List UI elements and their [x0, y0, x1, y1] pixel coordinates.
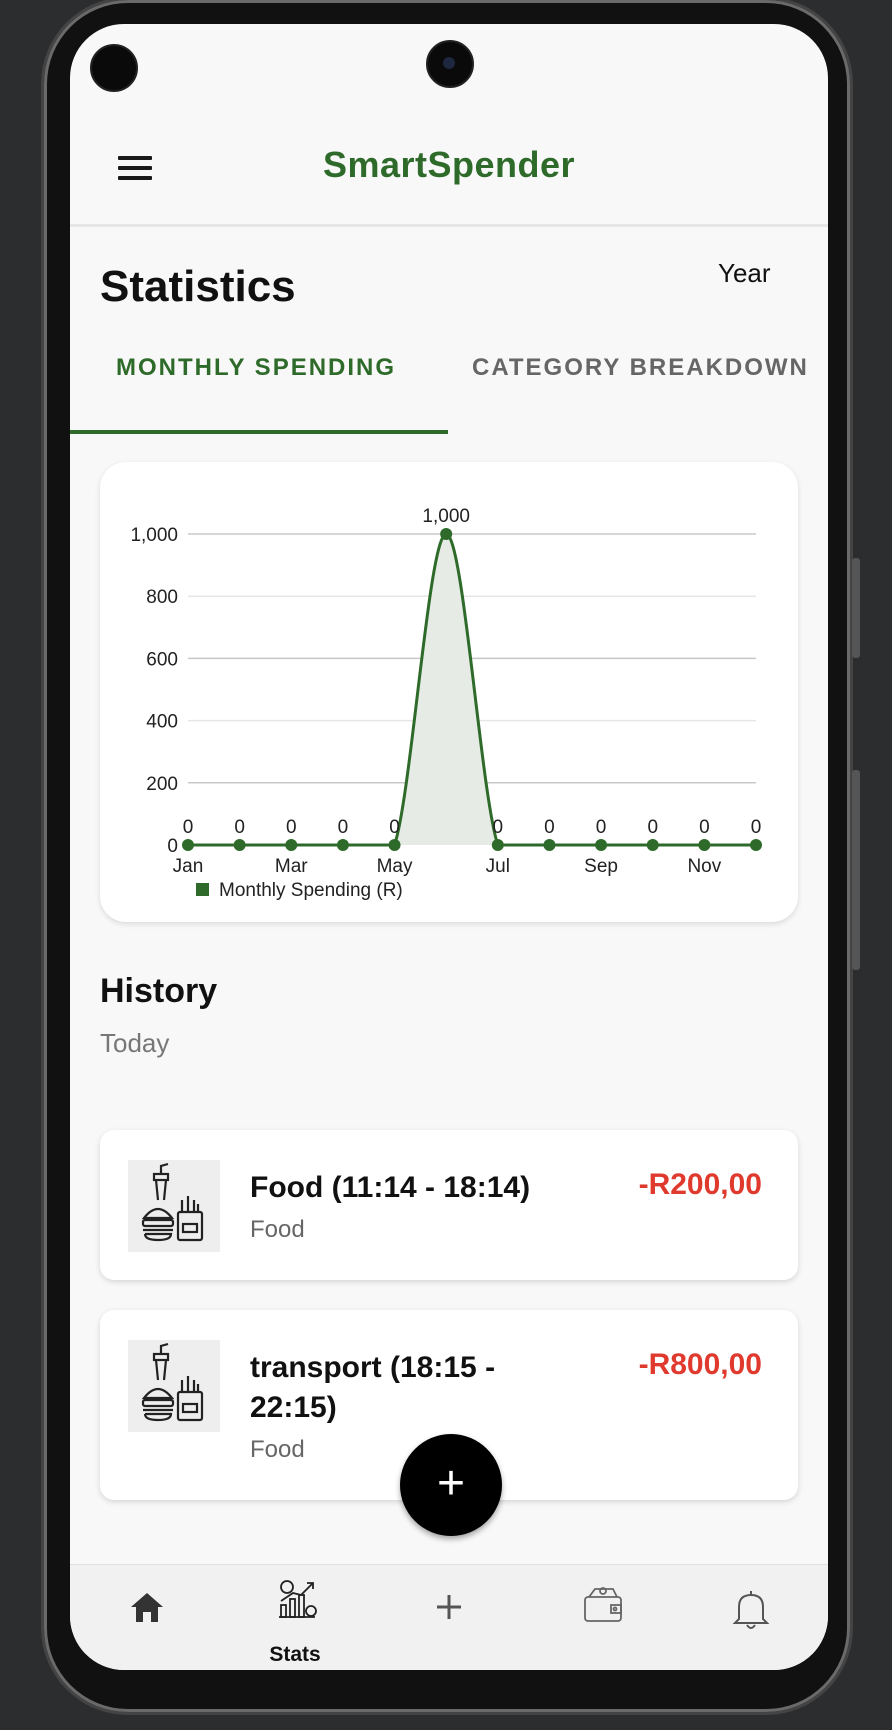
plus-icon — [437, 1595, 461, 1619]
bell-icon — [732, 1591, 770, 1629]
x-tick-label: Jan — [173, 856, 204, 877]
app-bar: SmartSpender — [70, 104, 828, 227]
home-icon — [131, 1593, 163, 1622]
page-title: Statistics — [100, 262, 296, 311]
tab-bar: MONTHLY SPENDING CATEGORY BREAKDOWN — [70, 354, 828, 434]
data-label: 0 — [647, 817, 658, 838]
transaction-name: transport (18:15 - 22:15) — [250, 1348, 495, 1428]
camera-cutout — [90, 44, 138, 92]
active-tab-indicator — [70, 430, 448, 434]
data-label: 0 — [234, 817, 245, 838]
y-tick-label: 600 — [146, 649, 178, 670]
x-tick-label: Sep — [584, 856, 618, 877]
data-label: 0 — [699, 817, 710, 838]
nav-stats[interactable]: Stats — [240, 1565, 350, 1670]
data-label: 0 — [338, 817, 349, 838]
legend-swatch — [196, 883, 209, 896]
legend-label: Monthly Spending (R) — [219, 880, 403, 901]
nav-home[interactable] — [92, 1565, 202, 1670]
y-tick-label: 800 — [146, 587, 178, 608]
data-label: 0 — [493, 817, 504, 838]
transaction-card[interactable]: Food (11:14 - 18:14) Food -R200,00 — [100, 1130, 798, 1280]
data-point — [336, 839, 349, 851]
front-camera — [426, 40, 474, 88]
data-point — [491, 839, 504, 851]
transaction-name-line: 22:15) — [250, 1391, 337, 1424]
bottom-navigation: Stats — [70, 1564, 828, 1670]
x-tick-label: Nov — [687, 856, 721, 877]
transaction-amount: -R800,00 — [638, 1348, 762, 1381]
volume-button — [852, 558, 860, 658]
transaction-name: Food (11:14 - 18:14) — [250, 1171, 531, 1204]
tab-category-breakdown[interactable]: CATEGORY BREAKDOWN — [472, 354, 809, 382]
data-point — [698, 839, 711, 851]
data-point — [233, 839, 246, 851]
x-tick-label: Jul — [486, 856, 510, 877]
data-point — [182, 839, 194, 851]
series-area — [188, 534, 756, 845]
data-point — [440, 528, 453, 540]
data-label: 1,000 — [422, 506, 470, 527]
data-label: 0 — [544, 817, 555, 838]
y-tick-label: 200 — [146, 774, 178, 795]
nav-stats-label: Stats — [269, 1643, 321, 1666]
transaction-name-line: transport (18:15 - — [250, 1351, 496, 1384]
nav-notifications[interactable] — [696, 1565, 806, 1670]
data-point — [388, 839, 401, 851]
data-label: 0 — [286, 817, 297, 838]
transaction-category: Food — [250, 1436, 305, 1463]
transaction-category: Food — [250, 1216, 305, 1243]
nav-wallet[interactable] — [546, 1565, 656, 1670]
food-icon — [128, 1340, 220, 1432]
data-point — [285, 839, 298, 851]
power-button — [852, 770, 860, 970]
data-label: 0 — [183, 817, 194, 838]
history-group-label: Today — [100, 1028, 170, 1058]
app-screen: SmartSpender Statistics Year MONTHLY SPE… — [70, 24, 828, 1670]
period-selector[interactable]: Year — [718, 258, 771, 289]
data-label: 0 — [751, 817, 762, 838]
data-label: 0 — [596, 817, 607, 838]
stats-icon — [279, 1580, 317, 1618]
data-point — [750, 839, 762, 851]
data-label: 0 — [389, 817, 400, 838]
data-point — [646, 839, 659, 851]
x-tick-label: Mar — [275, 856, 308, 877]
data-point — [543, 839, 556, 851]
nav-add[interactable] — [394, 1565, 504, 1670]
y-tick-label: 400 — [146, 712, 178, 733]
transaction-amount: -R200,00 — [638, 1168, 762, 1201]
wallet-icon — [584, 1587, 622, 1622]
y-tick-label: 1,000 — [130, 525, 178, 546]
history-title: History — [100, 972, 218, 1010]
tab-monthly-spending[interactable]: MONTHLY SPENDING — [116, 354, 396, 382]
spending-chart-card: 0 200 400 600 800 1,000 0 0 0 0 0 1,000 0 0 0 0 0 0 Jan Mar… — [100, 462, 798, 922]
data-point — [595, 839, 608, 851]
add-transaction-button[interactable]: + — [400, 1434, 502, 1536]
spending-chart: 02004006008001,0000 0 0 0 01,0000 0 0 0 0 0Jan Mar… — [130, 506, 762, 901]
app-title: SmartSpender — [322, 144, 576, 185]
food-icon — [128, 1160, 220, 1252]
x-tick-label: May — [377, 856, 413, 877]
y-tick-label: 0 — [167, 836, 178, 857]
